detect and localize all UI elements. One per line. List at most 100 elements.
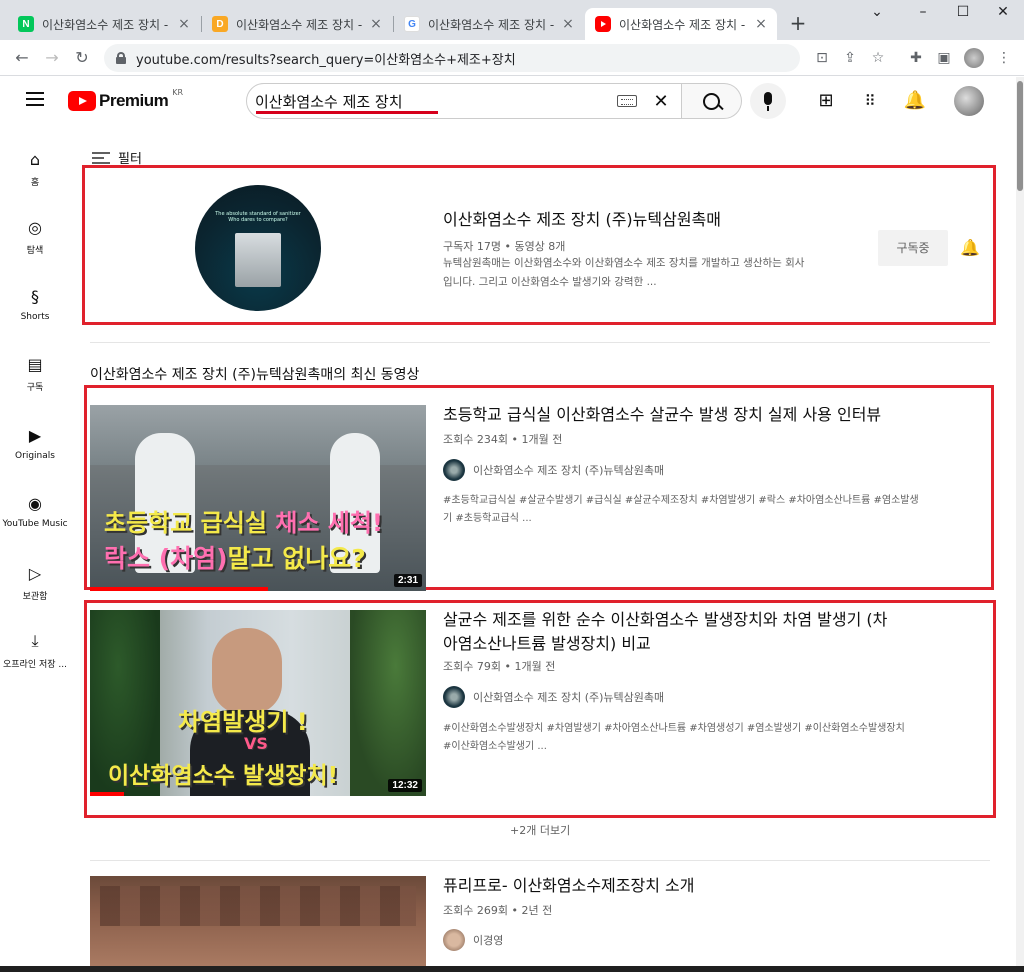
shorts-icon: § bbox=[31, 286, 39, 306]
lock-icon bbox=[116, 52, 126, 64]
channel-avatar[interactable]: The absolute standard of sanitizer Who da… bbox=[195, 185, 321, 311]
sidebar-item-library[interactable]: ▷ 보관함 bbox=[0, 561, 70, 603]
logo-wordmark: Premium bbox=[99, 91, 169, 110]
google-favicon-icon: G bbox=[404, 16, 420, 32]
browser-tab-2[interactable]: D 이산화염소수 제조 장치 - × bbox=[202, 8, 392, 40]
video-duration: 12:32 bbox=[388, 779, 422, 792]
sidepanel-icon[interactable]: ▣ bbox=[934, 48, 954, 68]
account-avatar[interactable] bbox=[954, 86, 984, 116]
page-scrollbar[interactable] bbox=[1016, 77, 1024, 972]
channel-notification-bell-icon[interactable]: 🔔 bbox=[960, 238, 980, 258]
search-button[interactable] bbox=[682, 83, 742, 119]
apps-grid-icon[interactable]: ⠿ bbox=[858, 89, 882, 113]
shelf-title: 이산화염소수 제조 장치 (주)뉴텍삼원촉매의 최신 동영상 bbox=[90, 367, 420, 383]
browser-menu-icon[interactable]: ⋮ bbox=[994, 48, 1014, 68]
device-image bbox=[235, 233, 281, 287]
tab-title: 이산화염소수 제조 장치 - bbox=[236, 17, 363, 32]
tab-close-icon[interactable]: × bbox=[368, 16, 384, 32]
close-window-button[interactable]: ✕ bbox=[980, 4, 1024, 20]
country-code: KR bbox=[172, 87, 184, 97]
hamburger-menu-icon[interactable] bbox=[26, 92, 44, 106]
youtube-play-logo-icon bbox=[68, 91, 96, 111]
video-thumbnail[interactable]: 초등학교 급식실 채소 세척! 락스 (차염)말고 없나요? 2:31 bbox=[90, 405, 426, 591]
tab-search-icon[interactable]: ⌄ bbox=[854, 4, 900, 20]
daum-favicon-icon: D bbox=[212, 16, 228, 32]
notifications-bell-icon[interactable]: 🔔 bbox=[903, 89, 927, 113]
subscribed-button[interactable]: 구독중 bbox=[878, 230, 948, 266]
overlay-text-line1: 초등학교 급식실 채소 세척! bbox=[104, 509, 383, 537]
install-app-icon[interactable]: ⊡ bbox=[812, 48, 832, 68]
video-meta: 조회수 234회 • 1개월 전 bbox=[443, 433, 563, 446]
video-channel[interactable]: 이산화염소수 제조 장치 (주)뉴텍삼원촉매 bbox=[443, 686, 664, 708]
channel-avatar-small bbox=[443, 929, 465, 951]
section-divider bbox=[90, 860, 990, 861]
section-divider bbox=[90, 342, 990, 343]
channel-avatar-small bbox=[443, 686, 465, 708]
video-thumbnail[interactable] bbox=[90, 876, 426, 966]
sidebar-item-label: Shorts bbox=[20, 312, 50, 322]
keyboard-icon[interactable] bbox=[617, 95, 637, 107]
sidebar-item-originals[interactable]: ▶ Originals bbox=[0, 423, 70, 462]
filter-sliders-icon bbox=[92, 151, 110, 164]
tab-close-icon[interactable]: × bbox=[753, 16, 769, 32]
sidebar-item-downloads[interactable]: ⤓ 오프라인 저장 ... bbox=[0, 629, 70, 670]
browser-tab-4-active[interactable]: 이산화염소수 제조 장치 - × bbox=[585, 8, 777, 40]
video-hashtags: #초등학교급식실 #살균수발생기 #급식실 #살균수제조장치 #차염발생기 #락… bbox=[443, 495, 919, 524]
voice-search-mic-icon[interactable] bbox=[750, 83, 786, 119]
sidebar-item-label: 오프라인 저장 ... bbox=[3, 660, 67, 670]
factory-rows bbox=[100, 886, 416, 926]
browser-tab-1[interactable]: N 이산화염소수 제조 장치 - × bbox=[8, 8, 200, 40]
youtube-header: Premium KR 이산화염소수 제조 장치 ✕ ⊞ ⠿ 🔔 bbox=[0, 77, 1016, 125]
browser-toolbar: ← → ↻ youtube.com/results?search_query=이… bbox=[0, 40, 1024, 76]
channel-name-small: 이산화염소수 제조 장치 (주)뉴텍삼원촉매 bbox=[473, 464, 665, 477]
bookmark-star-icon[interactable]: ☆ bbox=[868, 48, 888, 68]
back-arrow-icon[interactable]: ← bbox=[10, 46, 34, 70]
tab-close-icon[interactable]: × bbox=[560, 16, 576, 32]
tab-close-icon[interactable]: × bbox=[176, 16, 192, 32]
sidebar-item-home[interactable]: ⌂ 홈 bbox=[0, 147, 70, 189]
watch-progress-bar bbox=[90, 587, 269, 591]
video-meta: 조회수 79회 • 1개월 전 bbox=[443, 660, 556, 673]
video-channel[interactable]: 이경영 bbox=[443, 929, 503, 951]
library-icon: ▷ bbox=[28, 563, 42, 583]
video-meta: 조회수 269회 • 2년 전 bbox=[443, 904, 553, 917]
video-thumbnail[interactable]: 차염발생기 ! VS 이산화염소수 발생장치! 12:32 bbox=[90, 610, 426, 796]
video-title[interactable]: 초등학교 급식실 이산화염소수 살균수 발생 장치 실제 사용 인터뷰 bbox=[443, 403, 881, 427]
video-title[interactable]: 살균수 제조를 위한 순수 이산화염소수 발생장치와 차염 발생기 (차 아염소… bbox=[443, 608, 993, 656]
profile-avatar-icon[interactable] bbox=[964, 48, 984, 68]
browser-tab-3[interactable]: G 이산화염소수 제조 장치 - × bbox=[394, 8, 584, 40]
sidebar-item-label: YouTube Music bbox=[2, 519, 68, 529]
forward-arrow-icon[interactable]: → bbox=[40, 46, 64, 70]
compass-icon: ◎ bbox=[28, 217, 42, 237]
sidebar-item-label: 탐색 bbox=[26, 246, 44, 256]
overlay-text-line2: 락스 (차염)말고 없나요? bbox=[104, 544, 366, 573]
clear-search-icon[interactable]: ✕ bbox=[651, 91, 671, 112]
naver-favicon-icon: N bbox=[18, 16, 34, 32]
channel-name-small: 이산화염소수 제조 장치 (주)뉴텍삼원촉매 bbox=[473, 691, 665, 704]
show-more-link[interactable]: +2개 더보기 bbox=[510, 822, 570, 838]
sidebar-item-label: 보관함 bbox=[22, 592, 48, 602]
address-bar[interactable]: youtube.com/results?search_query=이산화염소수+… bbox=[104, 44, 800, 72]
new-tab-button[interactable]: + bbox=[786, 12, 810, 36]
share-icon[interactable]: ⇪ bbox=[840, 48, 860, 68]
video-channel[interactable]: 이산화염소수 제조 장치 (주)뉴텍삼원촉매 bbox=[443, 459, 664, 481]
watch-progress-bar bbox=[90, 792, 124, 796]
browser-tab-strip: N 이산화염소수 제조 장치 - × D 이산화염소수 제조 장치 - × G … bbox=[0, 0, 1024, 40]
channel-name-small: 이경영 bbox=[473, 934, 504, 947]
sidebar-item-explore[interactable]: ◎ 탐색 bbox=[0, 215, 70, 257]
video-duration: 2:31 bbox=[393, 574, 422, 587]
sidebar-item-subscriptions[interactable]: ▤ 구독 bbox=[0, 352, 70, 394]
video-title[interactable]: 퓨리프로- 이산화염소수제조장치 소개 bbox=[443, 874, 694, 898]
reload-icon[interactable]: ↻ bbox=[70, 46, 94, 70]
youtube-premium-logo[interactable]: Premium KR bbox=[68, 87, 184, 111]
scrollbar-thumb[interactable] bbox=[1017, 81, 1023, 191]
sidebar-item-youtube-music[interactable]: ◉ YouTube Music bbox=[0, 491, 70, 530]
url-text: youtube.com/results?search_query=이산화염소수+… bbox=[136, 52, 516, 68]
create-video-icon[interactable]: ⊞ bbox=[814, 89, 838, 113]
extensions-puzzle-icon[interactable]: ✚ bbox=[906, 48, 926, 68]
overlay-text-line2: 이산화염소수 발생장치! bbox=[108, 763, 339, 789]
channel-name[interactable]: 이산화염소수 제조 장치 (주)뉴텍삼원촉매 bbox=[443, 206, 721, 230]
sidebar-item-label: 구독 bbox=[26, 383, 44, 393]
sidebar-item-shorts[interactable]: § Shorts bbox=[0, 284, 70, 323]
sidebar-item-label: 홈 bbox=[30, 178, 40, 188]
